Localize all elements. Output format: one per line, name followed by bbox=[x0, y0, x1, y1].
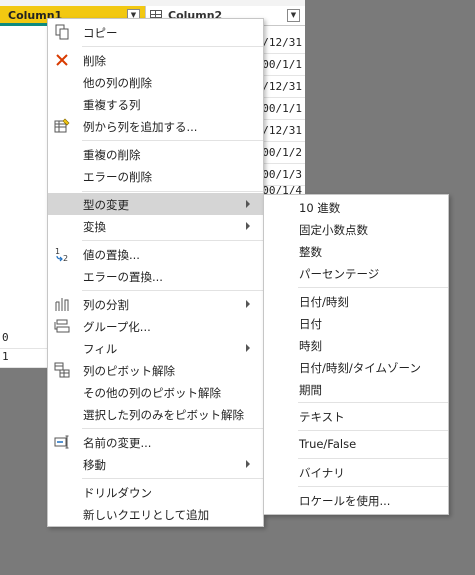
type-option-label: テキスト bbox=[299, 410, 345, 424]
menu-item-drill-down[interactable]: ドリルダウン bbox=[48, 481, 263, 503]
menu-item-label: 列の分割 bbox=[83, 298, 129, 312]
menu-item-add-as-new-query[interactable]: 新しいクエリとして追加 bbox=[48, 503, 263, 525]
type-option-fixed-decimal[interactable]: 固定小数点数 bbox=[264, 218, 448, 240]
column-context-menu: コピー 削除 他の列の削除 重複する列 例から列を追加する... 重複の削除 エ… bbox=[47, 18, 264, 527]
type-option-label: True/False bbox=[299, 437, 357, 451]
menu-item-remove[interactable]: 削除 bbox=[48, 49, 263, 71]
unpivot-icon bbox=[54, 362, 70, 378]
rename-icon bbox=[54, 435, 69, 449]
menu-item-replace-values[interactable]: 1 2 値の置換... bbox=[48, 243, 263, 265]
menu-item-fill[interactable]: フィル bbox=[48, 337, 263, 359]
menu-item-copy[interactable]: コピー bbox=[48, 21, 263, 43]
menu-divider bbox=[82, 478, 263, 479]
menu-divider bbox=[82, 46, 263, 47]
menu-item-label: 削除 bbox=[83, 54, 106, 68]
menu-divider bbox=[82, 191, 263, 192]
type-option-label: ロケールを使用... bbox=[299, 494, 391, 508]
type-option-binary[interactable]: バイナリ bbox=[264, 461, 448, 483]
svg-text:2: 2 bbox=[63, 254, 68, 262]
type-option-label: 10 進数 bbox=[299, 201, 341, 215]
menu-item-label: エラーの削除 bbox=[83, 170, 152, 184]
type-option-label: 期間 bbox=[299, 383, 322, 397]
menu-item-label: 他の列の削除 bbox=[83, 76, 152, 90]
menu-divider bbox=[298, 458, 448, 459]
menu-item-label: 型の変更 bbox=[83, 198, 129, 212]
type-option-text[interactable]: テキスト bbox=[264, 405, 448, 427]
menu-item-label: コピー bbox=[83, 26, 118, 40]
change-type-submenu: 10 進数 固定小数点数 整数 パーセンテージ 日付/時刻 日付 時刻 日付/時… bbox=[263, 194, 449, 515]
type-option-time[interactable]: 時刻 bbox=[264, 334, 448, 356]
menu-divider bbox=[82, 428, 263, 429]
type-option-label: 日付/時刻 bbox=[299, 295, 349, 309]
menu-item-label: 変換 bbox=[83, 220, 106, 234]
menu-item-remove-duplicates[interactable]: 重複の削除 bbox=[48, 143, 263, 165]
menu-item-label: 選択した列のみをピボット解除 bbox=[83, 408, 244, 422]
type-option-true-false[interactable]: True/False bbox=[264, 433, 448, 455]
menu-item-replace-errors[interactable]: エラーの置換... bbox=[48, 265, 263, 287]
menu-item-label: 値の置換... bbox=[83, 248, 140, 262]
type-option-label: 時刻 bbox=[299, 339, 322, 353]
submenu-arrow-icon bbox=[246, 344, 250, 352]
menu-item-label: 例から列を追加する... bbox=[83, 120, 198, 134]
menu-divider bbox=[298, 402, 448, 403]
svg-text:1: 1 bbox=[55, 247, 60, 256]
submenu-arrow-icon bbox=[246, 200, 250, 208]
submenu-arrow-icon bbox=[246, 460, 250, 468]
submenu-arrow-icon bbox=[246, 222, 250, 230]
table-cell[interactable]: 1 bbox=[0, 346, 50, 368]
menu-item-remove-other-columns[interactable]: 他の列の削除 bbox=[48, 71, 263, 93]
menu-item-label: エラーの置換... bbox=[83, 270, 163, 284]
group-by-icon bbox=[54, 319, 70, 333]
column-from-examples-icon bbox=[54, 118, 70, 133]
copy-icon bbox=[55, 24, 69, 40]
menu-item-label: 重複する列 bbox=[83, 98, 141, 112]
menu-item-label: 重複の削除 bbox=[83, 148, 141, 162]
type-option-duration[interactable]: 期間 bbox=[264, 378, 448, 400]
menu-item-transform[interactable]: 変換 bbox=[48, 215, 263, 237]
type-option-date[interactable]: 日付 bbox=[264, 312, 448, 334]
type-option-label: 固定小数点数 bbox=[299, 223, 368, 237]
menu-item-label: 名前の変更... bbox=[83, 436, 152, 450]
menu-divider bbox=[298, 486, 448, 487]
menu-item-label: 移動 bbox=[83, 458, 106, 472]
type-option-decimal-number[interactable]: 10 進数 bbox=[264, 196, 448, 218]
type-option-label: 日付/時刻/タイムゾーン bbox=[299, 361, 421, 375]
column2-filter-dropdown-icon[interactable]: ▼ bbox=[287, 9, 300, 22]
type-option-whole-number[interactable]: 整数 bbox=[264, 240, 448, 262]
menu-item-duplicate-column[interactable]: 重複する列 bbox=[48, 93, 263, 115]
type-option-datetime[interactable]: 日付/時刻 bbox=[264, 290, 448, 312]
menu-item-remove-errors[interactable]: エラーの削除 bbox=[48, 165, 263, 187]
type-option-percentage[interactable]: パーセンテージ bbox=[264, 262, 448, 284]
menu-item-split-column[interactable]: 列の分割 bbox=[48, 293, 263, 315]
menu-item-group-by[interactable]: グループ化... bbox=[48, 315, 263, 337]
type-option-label: バイナリ bbox=[299, 466, 345, 480]
menu-item-label: グループ化... bbox=[83, 320, 151, 334]
type-option-label: パーセンテージ bbox=[299, 267, 380, 281]
delete-x-icon bbox=[56, 54, 68, 66]
menu-item-column-from-examples[interactable]: 例から列を追加する... bbox=[48, 115, 263, 137]
menu-item-unpivot-other-columns[interactable]: その他の列のピボット解除 bbox=[48, 381, 263, 403]
split-column-icon bbox=[55, 298, 69, 311]
menu-item-label: その他の列のピボット解除 bbox=[83, 386, 221, 400]
menu-item-label: 列のピボット解除 bbox=[83, 364, 175, 378]
submenu-arrow-icon bbox=[246, 300, 250, 308]
type-option-using-locale[interactable]: ロケールを使用... bbox=[264, 489, 448, 511]
menu-divider bbox=[82, 240, 263, 241]
menu-item-label: 新しいクエリとして追加 bbox=[83, 508, 210, 522]
menu-divider bbox=[298, 430, 448, 431]
type-option-label: 整数 bbox=[299, 245, 322, 259]
menu-divider bbox=[82, 290, 263, 291]
menu-divider bbox=[82, 140, 263, 141]
type-option-label: 日付 bbox=[299, 317, 322, 331]
menu-divider bbox=[298, 287, 448, 288]
menu-item-rename[interactable]: 名前の変更... bbox=[48, 431, 263, 453]
menu-item-label: フィル bbox=[83, 342, 118, 356]
menu-item-unpivot-selected-only[interactable]: 選択した列のみをピボット解除 bbox=[48, 403, 263, 425]
menu-item-label: ドリルダウン bbox=[83, 486, 152, 500]
type-option-datetime-timezone[interactable]: 日付/時刻/タイムゾーン bbox=[264, 356, 448, 378]
replace-values-icon: 1 2 bbox=[55, 247, 68, 262]
menu-item-change-type[interactable]: 型の変更 bbox=[48, 193, 263, 215]
menu-item-move[interactable]: 移動 bbox=[48, 453, 263, 475]
menu-item-unpivot-columns[interactable]: 列のピボット解除 bbox=[48, 359, 263, 381]
